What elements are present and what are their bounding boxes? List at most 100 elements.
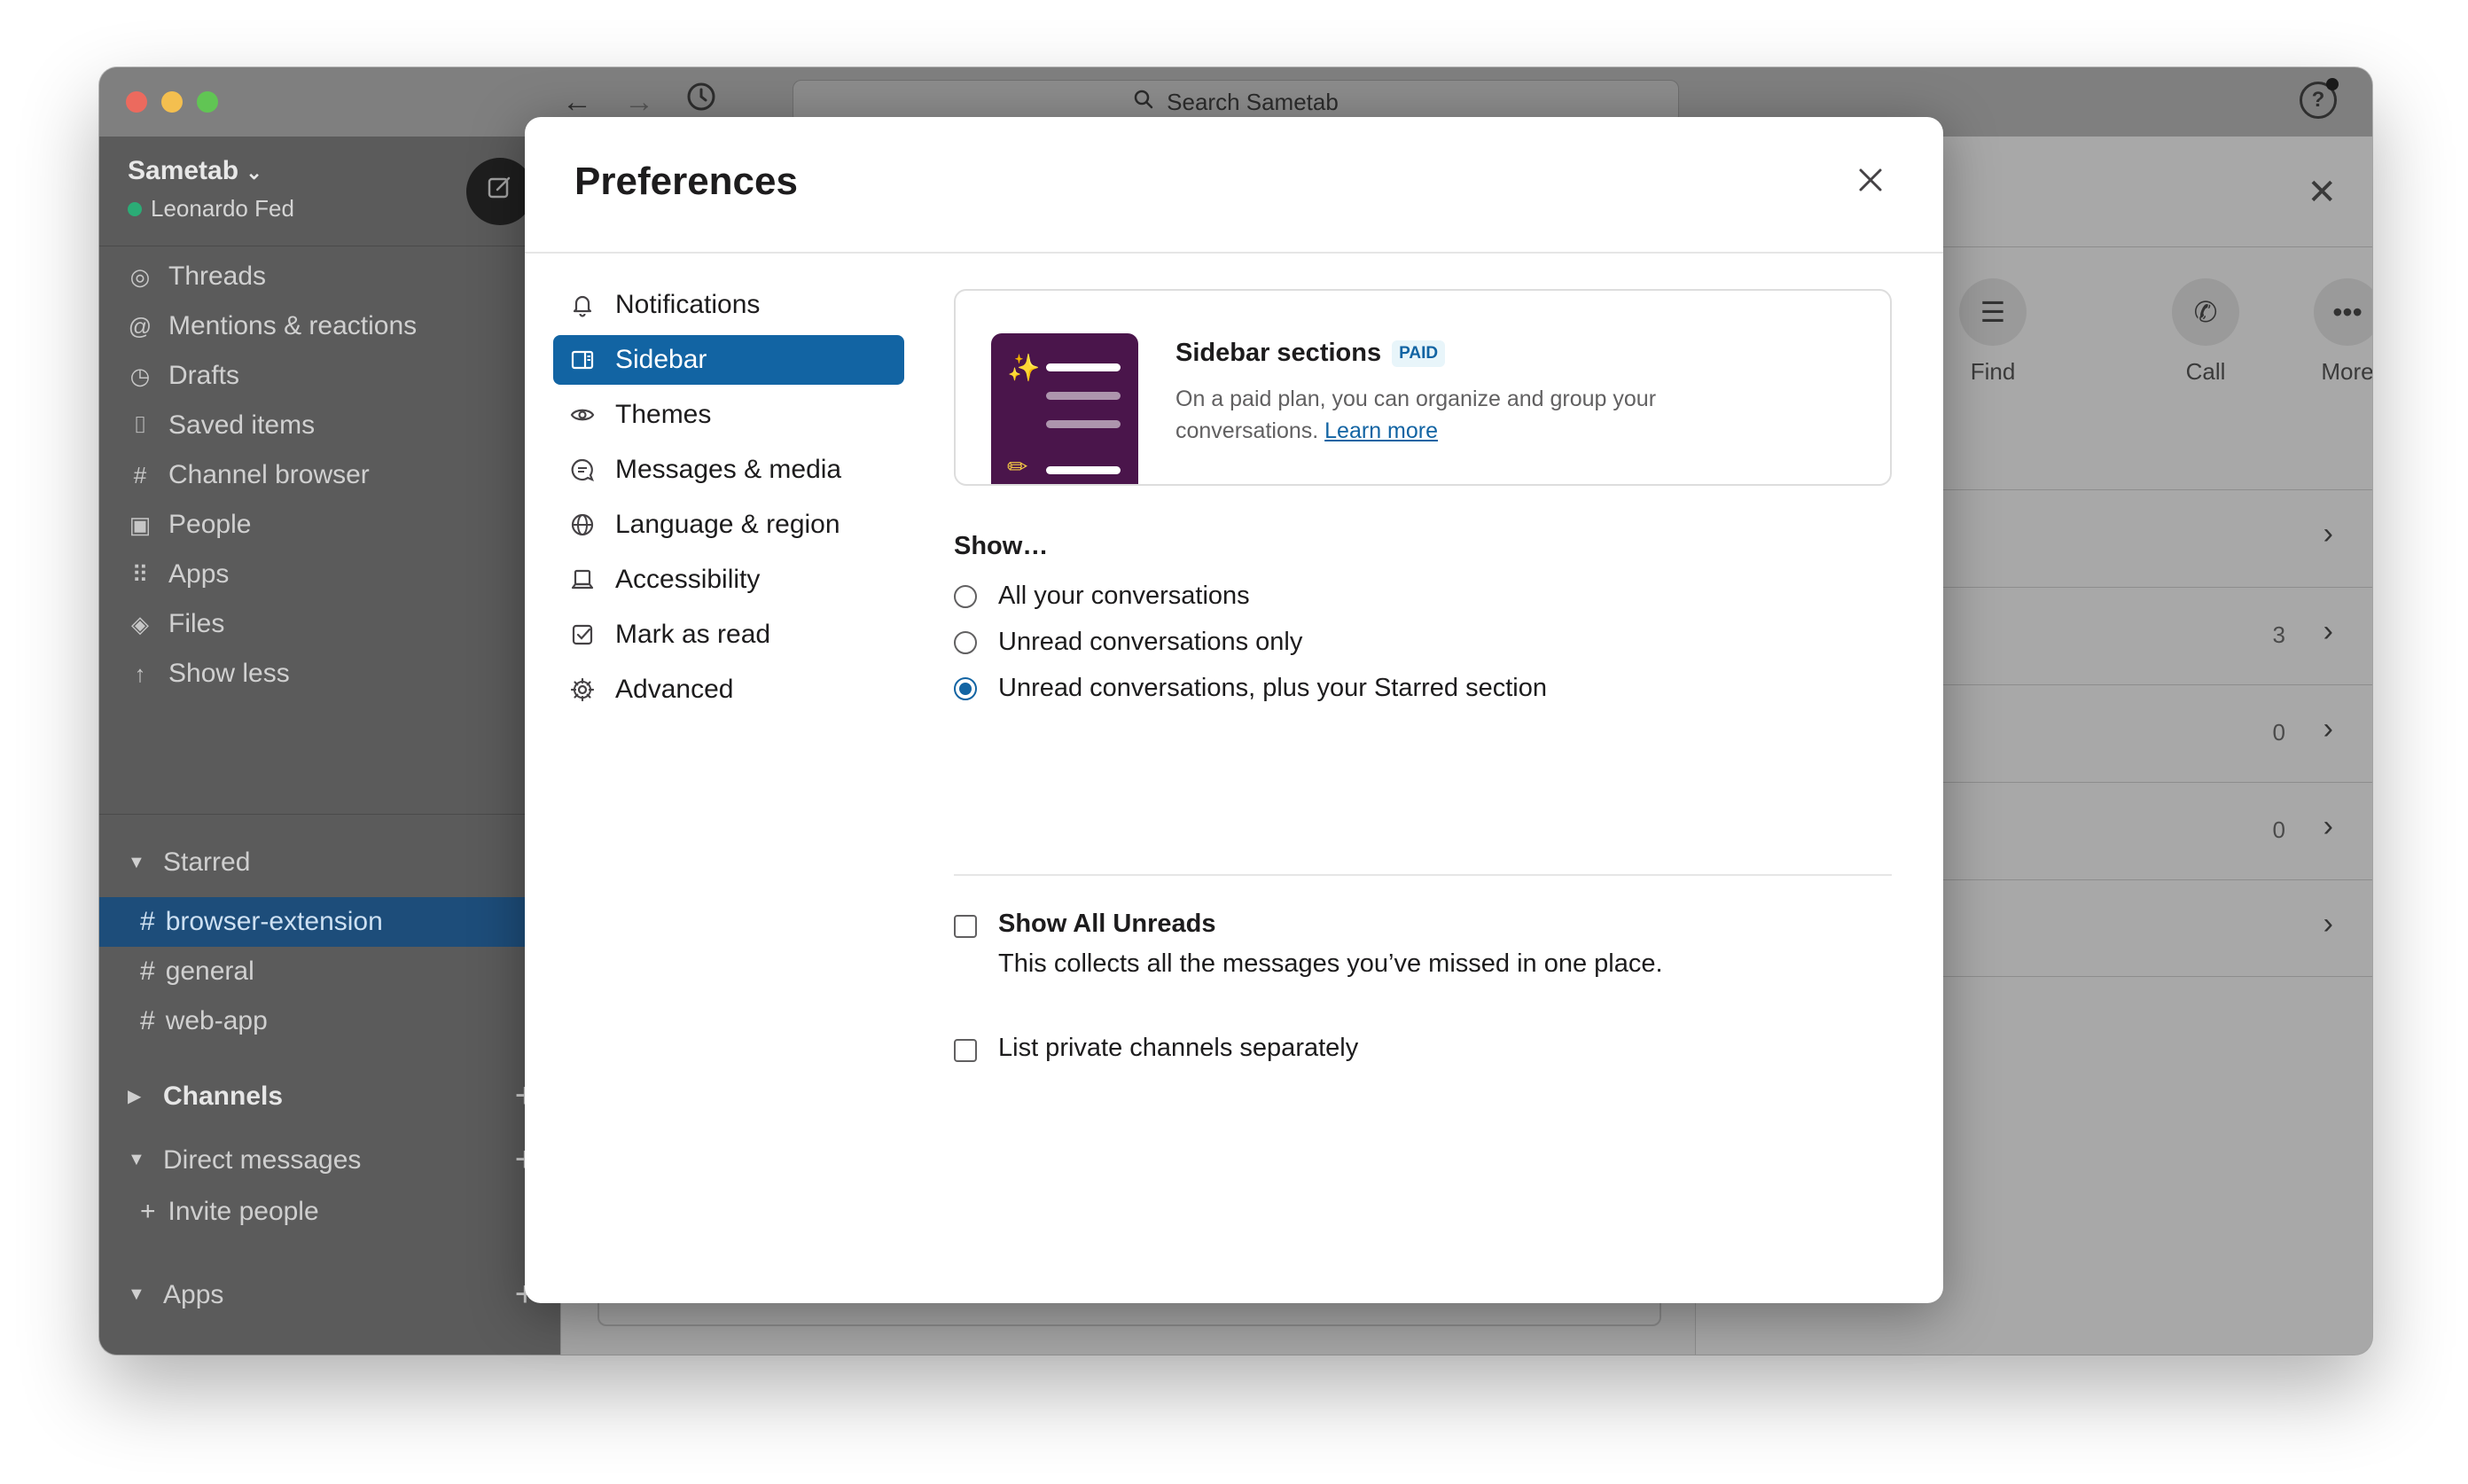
workspace-name-label: Sametab xyxy=(128,156,239,185)
radio-unread-plus-starred[interactable]: Unread conversations, plus your Starred … xyxy=(954,674,1547,703)
channel-browser-icon: # xyxy=(133,461,147,488)
workspace-sidebar: Sametab ⌄ Leonardo Fed ◎ Threads @ Mention… xyxy=(99,137,560,1355)
sidebar-item-channel-browser[interactable]: # Channel browser xyxy=(99,450,560,500)
radio-button-selected[interactable] xyxy=(954,676,977,700)
channel-name: general xyxy=(165,957,254,986)
pref-tab-label: Accessibility xyxy=(615,565,761,594)
compose-icon xyxy=(488,176,511,199)
chevron-right-icon: › xyxy=(2323,907,2333,941)
checkbox-title: List private channels separately xyxy=(998,1034,1359,1062)
check-square-icon xyxy=(569,621,596,648)
modal-title: Preferences xyxy=(574,160,798,203)
section-direct-messages[interactable]: ▼ Direct messages + xyxy=(128,1140,535,1180)
radio-button[interactable] xyxy=(954,630,977,654)
pref-tab-messages-media[interactable]: Messages & media xyxy=(553,445,904,495)
pref-tab-accessibility[interactable]: Accessibility xyxy=(553,555,904,605)
pref-tab-themes[interactable]: Themes xyxy=(553,390,904,440)
bookmark-icon: ⌷ xyxy=(133,411,147,438)
hash-icon: # xyxy=(140,957,155,986)
channel-browser-extension[interactable]: # browser-extension xyxy=(99,897,560,947)
promo-title-label: Sidebar sections xyxy=(1175,339,1382,367)
drafts-icon: ◷ xyxy=(129,362,151,389)
pref-tab-sidebar[interactable]: Sidebar xyxy=(553,335,904,385)
show-all-unreads-checkbox[interactable] xyxy=(954,915,977,938)
call-button[interactable]: ✆ Call xyxy=(2166,278,2245,386)
pref-tab-language-region[interactable]: Language & region xyxy=(553,500,904,550)
at-sign-icon: @ xyxy=(128,312,152,340)
message-icon xyxy=(569,457,596,483)
show-all-unreads-option[interactable]: Show All Unreads This collects all the m… xyxy=(954,910,1663,979)
workspace-name[interactable]: Sametab ⌄ xyxy=(128,156,262,186)
close-icon[interactable]: ✕ xyxy=(2307,172,2337,213)
sidebar-sections-illustration: ✨ ✏ xyxy=(991,333,1138,484)
preferences-modal: Preferences Notifications Sidebar Themes… xyxy=(525,117,1943,1303)
action-label: Find xyxy=(1970,358,2016,385)
sidebar-item-files[interactable]: ◈ Files xyxy=(99,599,560,649)
sidebar-item-label: Channel browser xyxy=(168,460,370,489)
hash-icon: # xyxy=(140,1006,155,1035)
more-button[interactable]: ••• More xyxy=(2308,278,2372,386)
sidebar-item-threads[interactable]: ◎ Threads xyxy=(99,252,560,301)
sidebar-item-show-less[interactable]: ↑ Show less xyxy=(99,649,560,699)
action-label: Call xyxy=(2185,358,2226,385)
zoom-window-button[interactable] xyxy=(197,91,218,113)
section-apps[interactable]: ▼ Apps + xyxy=(128,1275,535,1315)
radio-all-conversations[interactable]: All your conversations xyxy=(954,582,1250,611)
minimize-window-button[interactable] xyxy=(161,91,183,113)
row-count: 0 xyxy=(2272,719,2285,746)
section-channels[interactable]: ▶ Channels + xyxy=(128,1076,535,1116)
arrow-up-icon: ↑ xyxy=(134,660,146,687)
more-dots-icon: ••• xyxy=(2314,278,2372,346)
pref-tab-label: Mark as read xyxy=(615,620,771,649)
channel-general[interactable]: # general xyxy=(99,947,560,996)
learn-more-link[interactable]: Learn more xyxy=(1324,418,1438,443)
chevron-right-icon: › xyxy=(2323,712,2333,746)
pref-tab-mark-as-read[interactable]: Mark as read xyxy=(553,610,904,660)
sidebar-item-mentions[interactable]: @ Mentions & reactions xyxy=(99,301,560,351)
sidebar-item-drafts[interactable]: ◷ Drafts xyxy=(99,351,560,401)
files-icon: ◈ xyxy=(131,610,149,637)
sidebar-item-label: Threads xyxy=(168,262,267,291)
channel-web-app[interactable]: # web-app xyxy=(99,996,560,1046)
plus-icon: + xyxy=(140,1197,156,1226)
caret-down-icon: ▼ xyxy=(128,1150,145,1169)
sidebar-icon xyxy=(569,347,596,373)
threads-icon: ◎ xyxy=(129,262,151,290)
pref-tab-notifications[interactable]: Notifications xyxy=(553,280,904,330)
sidebar-divider xyxy=(99,814,560,815)
action-label: More xyxy=(2321,358,2372,385)
sidebar-item-label: Mentions & reactions xyxy=(168,311,418,340)
presence-dot xyxy=(128,201,142,216)
bell-icon xyxy=(569,292,596,318)
close-window-button[interactable] xyxy=(126,91,147,113)
invite-people[interactable]: + Invite people xyxy=(140,1197,548,1227)
close-icon[interactable] xyxy=(1853,163,1888,199)
content-divider xyxy=(954,874,1892,876)
pref-tab-label: Notifications xyxy=(615,290,761,319)
caret-right-icon: ▶ xyxy=(128,1087,142,1106)
globe-icon xyxy=(569,512,596,538)
list-private-channels-checkbox[interactable] xyxy=(954,1039,977,1062)
section-starred[interactable]: ▼ Starred xyxy=(128,847,535,878)
list-private-channels-option[interactable]: List private channels separately xyxy=(954,1034,1358,1063)
sidebar-item-label: Show less xyxy=(168,659,290,688)
sparkles-icon: ✨ xyxy=(1007,354,1041,383)
radio-label: Unread conversations only xyxy=(998,628,1303,656)
find-button[interactable]: ☰ Find xyxy=(1953,278,2033,386)
radio-button[interactable] xyxy=(954,584,977,608)
paid-badge: PAID xyxy=(1392,340,1446,367)
invite-label: Invite people xyxy=(168,1197,319,1226)
sidebar-item-apps[interactable]: ⠿ Apps xyxy=(99,550,560,599)
sidebar-item-saved[interactable]: ⌷ Saved items xyxy=(99,401,560,450)
sidebar-item-label: Files xyxy=(168,609,225,638)
phone-icon: ✆ xyxy=(2172,278,2239,346)
compose-button[interactable] xyxy=(466,158,534,225)
laptop-icon xyxy=(569,566,596,593)
find-icon: ☰ xyxy=(1959,278,2027,346)
pref-tab-advanced[interactable]: Advanced xyxy=(553,665,904,715)
radio-unread-only[interactable]: Unread conversations only xyxy=(954,628,1302,657)
sidebar-item-people[interactable]: ▣ People xyxy=(99,500,560,550)
caret-down-icon: ▼ xyxy=(128,852,145,872)
modal-divider xyxy=(525,252,1943,254)
pref-tab-label: Sidebar xyxy=(615,345,707,374)
